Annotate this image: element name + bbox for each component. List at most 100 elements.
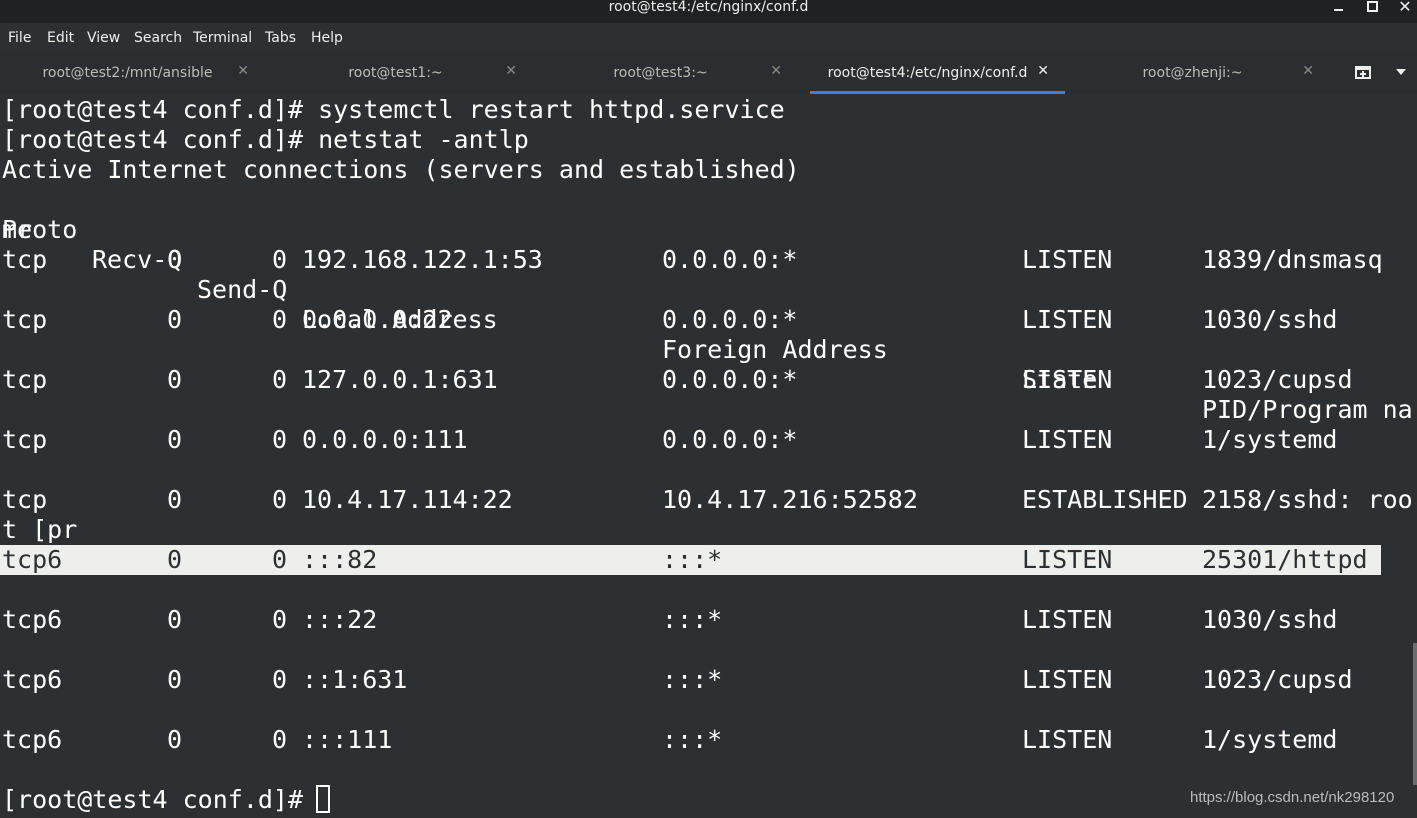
cell-state: LISTEN: [1022, 365, 1113, 394]
netstat-header: Proto Recv-Q Send-Q Local Address Foreig…: [0, 185, 1417, 424]
cell-local-address: 192.168.122.1:53: [302, 245, 543, 274]
menu-view[interactable]: View: [87, 30, 120, 46]
cell-proto: tcp6: [2, 725, 63, 754]
tab-close-icon[interactable]: ✕: [1037, 63, 1049, 79]
cell-recvq: 0: [167, 485, 183, 514]
tab-label: root@test2:/mnt/ansible: [42, 65, 213, 81]
prompt: [root@test4 conf.d]#: [2, 785, 319, 814]
table-row-selected: tcp6 0 0:::82:::* LISTEN 25301/httpd: [0, 545, 1381, 575]
cell-proto: tcp: [2, 485, 48, 514]
cell-local-address: ::1:631: [302, 665, 408, 694]
cell-recvq: 0: [167, 425, 183, 454]
cell-recvq: 0: [167, 365, 183, 394]
title-bar: root@test4:/etc/nginx/conf.d ✕: [0, 0, 1417, 23]
cell-state: LISTEN: [1022, 545, 1113, 574]
cell-local-address: :::111: [302, 725, 393, 754]
cell-pid-program: 1030/sshd: [1202, 605, 1338, 634]
cell-foreign-address: :::*: [662, 545, 723, 574]
cell-local-address: :::82: [302, 545, 378, 574]
tab-test4[interactable]: root@test4:/etc/nginx/conf.d ✕: [810, 53, 1065, 94]
cell-foreign-address: 10.4.17.216:52582: [662, 485, 918, 514]
terminal-view[interactable]: [root@test4 conf.d]# systemctl restart h…: [0, 94, 1417, 818]
table-row: tcp 0 0 0.0.0.0:22 0.0.0.0:* LISTEN 1030/sshd: [0, 305, 1417, 335]
cell-recvq: 0: [167, 305, 183, 334]
cell-foreign-address: :::*: [662, 605, 723, 634]
tab-bar: root@test2:/mnt/ansible ✕ root@test1:~ ✕…: [0, 53, 1417, 95]
scrollbar[interactable]: [1413, 643, 1417, 785]
table-row: tcp 0 0 10.4.17.114:22 10.4.17.216:52582 ESTA…: [0, 485, 1417, 515]
header-foreign: Foreign Address: [662, 335, 888, 364]
new-tab-icon[interactable]: [1354, 63, 1374, 81]
table-row: tcp 0 0 192.168.122.1:53 0.0.0.0:* LISTEN 1839…: [0, 245, 1417, 275]
minimize-button[interactable]: [1327, 0, 1349, 18]
tab-close-icon[interactable]: ✕: [1302, 63, 1314, 79]
cell-sendq: 0: [272, 545, 288, 574]
menu-terminal[interactable]: Terminal: [193, 30, 252, 46]
menu-tabs[interactable]: Tabs: [265, 30, 296, 46]
tab-close-icon[interactable]: ✕: [237, 63, 249, 79]
tab-test1[interactable]: root@test1:~ ✕: [278, 53, 533, 94]
cell-recvq: 0: [167, 245, 183, 274]
cell-proto: tcp: [2, 365, 48, 394]
cell-sendq: 0: [272, 605, 288, 634]
chevron-down-icon[interactable]: [1396, 69, 1406, 75]
cell-state: LISTEN: [1022, 725, 1113, 754]
cell-recvq: 0: [167, 545, 183, 574]
cell-state: ESTABLISHED: [1022, 485, 1188, 514]
menu-file[interactable]: File: [8, 30, 31, 46]
menu-help[interactable]: Help: [311, 30, 343, 46]
cell-sendq: 0: [272, 725, 288, 754]
row-wrap: t [pr: [2, 515, 78, 544]
tab-zhenji[interactable]: root@zhenji:~ ✕: [1075, 53, 1330, 94]
cell-proto: tcp: [2, 425, 48, 454]
cell-state: LISTEN: [1022, 605, 1113, 634]
cell-foreign-address: 0.0.0.0:*: [662, 305, 798, 334]
cell-foreign-address: :::*: [662, 665, 723, 694]
cell-recvq: 0: [167, 725, 183, 754]
cell-pid-program: 25301/httpd: [1202, 545, 1368, 574]
cell-pid-program: 1/systemd: [1202, 725, 1338, 754]
cell-recvq: 0: [167, 665, 183, 694]
cell-local-address: 0.0.0.0:111: [302, 425, 468, 454]
cell-foreign-address: :::*: [662, 725, 723, 754]
cell-state: LISTEN: [1022, 305, 1113, 334]
header-wrap: me: [2, 215, 33, 244]
cell-proto: tcp: [2, 245, 48, 274]
table-row: tcp 0 0 127.0.0.1:631 0.0.0.0:* LISTEN 1023/cu…: [0, 365, 1417, 395]
tab-label: root@zhenji:~: [1142, 65, 1243, 81]
tab-close-icon[interactable]: ✕: [770, 63, 782, 79]
tab-test2[interactable]: root@test2:/mnt/ansible ✕: [10, 53, 265, 94]
terminal-line: [root@test4 conf.d]# systemctl restart h…: [2, 95, 785, 124]
cell-foreign-address: 0.0.0.0:*: [662, 425, 798, 454]
close-icon: ✕: [1398, 0, 1412, 16]
minimize-icon: [1333, 9, 1343, 11]
tab-close-icon[interactable]: ✕: [505, 63, 517, 79]
table-row: tcp6 0 0:::22:::* LISTEN 1030/sshd: [0, 605, 1417, 635]
tab-test3[interactable]: root@test3:~ ✕: [543, 53, 798, 94]
cell-local-address: 0.0.0.0:22: [302, 305, 453, 334]
window-title: root@test4:/etc/nginx/conf.d: [608, 0, 809, 15]
tab-label: root@test4:/etc/nginx/conf.d: [827, 65, 1028, 81]
maximize-button[interactable]: [1361, 0, 1383, 18]
cell-pid-program: 2158/sshd: roo: [1202, 485, 1413, 514]
cell-sendq: 0: [272, 425, 288, 454]
maximize-icon: [1366, 1, 1378, 12]
table-row: tcp6 0 0::1:631:::* LISTEN 1023/cupsd: [0, 665, 1417, 695]
menu-edit[interactable]: Edit: [47, 30, 74, 46]
watermark: https://blog.csdn.net/nk298120: [1190, 789, 1395, 806]
cell-sendq: 0: [272, 665, 288, 694]
cell-local-address: 10.4.17.114:22: [302, 485, 513, 514]
cell-proto: tcp6: [2, 665, 63, 694]
table-row: tcp6 0 0:::111:::* LISTEN 1/systemd: [0, 725, 1417, 755]
terminal-cursor: [316, 785, 330, 813]
cell-foreign-address: 0.0.0.0:*: [662, 245, 798, 274]
cell-local-address: :::22: [302, 605, 378, 634]
tab-label: root@test1:~: [348, 65, 443, 81]
menu-search[interactable]: Search: [134, 30, 182, 46]
cell-sendq: 0: [272, 245, 288, 274]
cell-local-address: 127.0.0.1:631: [302, 365, 498, 394]
cell-pid-program: 1/systemd: [1202, 425, 1338, 454]
cell-state: LISTEN: [1022, 665, 1113, 694]
close-button[interactable]: ✕: [1394, 0, 1416, 18]
header-pid: PID/Program na: [1202, 395, 1413, 424]
